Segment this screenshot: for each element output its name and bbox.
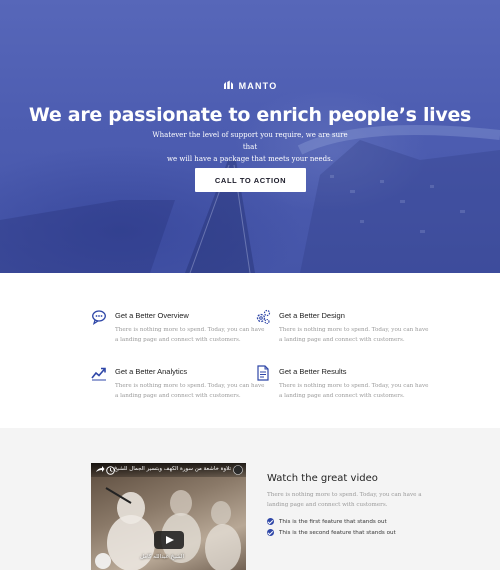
brand-name: MANTO xyxy=(238,80,278,91)
feature-title: Get a Better Overview xyxy=(115,311,189,320)
video-caption: الشيخ عبدالله كامل xyxy=(139,554,184,560)
hero-subtitle-line: Whatever the level of support you requir… xyxy=(152,131,348,151)
feature-title: Get a Better Results xyxy=(279,367,347,376)
brand-logo[interactable]: MANTO xyxy=(0,80,500,91)
video-title-bar: تلاوة خاشعة من سورة الكهف وبتسير الجمال … xyxy=(91,463,246,477)
check-item-label: This is the second feature that stands o… xyxy=(279,529,396,536)
share-icon[interactable] xyxy=(95,465,105,475)
feature-description: There is nothing more to spend. Today, y… xyxy=(115,327,265,343)
hero-subtitle-line: we will have a package that meets your n… xyxy=(167,155,333,163)
gears-icon xyxy=(256,309,271,325)
channel-avatar-icon xyxy=(233,465,243,475)
call-to-action-button[interactable]: CALL TO ACTION xyxy=(195,168,306,192)
feature-check-item: This is the first feature that stands ou… xyxy=(267,518,387,525)
feature-title: Get a Better Analytics xyxy=(115,367,188,376)
check-circle-icon xyxy=(267,529,274,536)
feature-title: Get a Better Design xyxy=(279,311,345,320)
play-button[interactable] xyxy=(154,531,184,549)
document-icon xyxy=(257,365,269,381)
feature-description: There is nothing more to spend. Today, y… xyxy=(279,327,429,343)
trend-chart-icon xyxy=(91,367,106,381)
hero-title: We are passionate to enrich people’s liv… xyxy=(28,104,472,126)
feature-check-item: This is the second feature that stands o… xyxy=(267,529,396,536)
video-section-title: Watch the great video xyxy=(267,473,378,484)
video-title: تلاوة خاشعة من سورة الكهف وبتسير الجمال … xyxy=(113,466,231,472)
video-section: تلاوة خاشعة من سورة الكهف وبتسير الجمال … xyxy=(0,428,500,570)
video-player[interactable]: تلاوة خاشعة من سورة الكهف وبتسير الجمال … xyxy=(91,463,246,570)
feature-description: There is nothing more to spend. Today, y… xyxy=(279,383,429,399)
check-item-label: This is the first feature that stands ou… xyxy=(279,518,387,525)
feature-description: There is nothing more to spend. Today, y… xyxy=(115,383,265,399)
hero-subtitle: Whatever the level of support you requir… xyxy=(150,129,350,165)
manto-logo-icon xyxy=(223,80,233,89)
check-circle-icon xyxy=(267,518,274,525)
video-section-description: There is nothing more to spend. Today, y… xyxy=(267,492,422,508)
hero-section: MANTO We are passionate to enrich people… xyxy=(0,0,500,273)
chat-bubble-icon xyxy=(92,310,106,325)
